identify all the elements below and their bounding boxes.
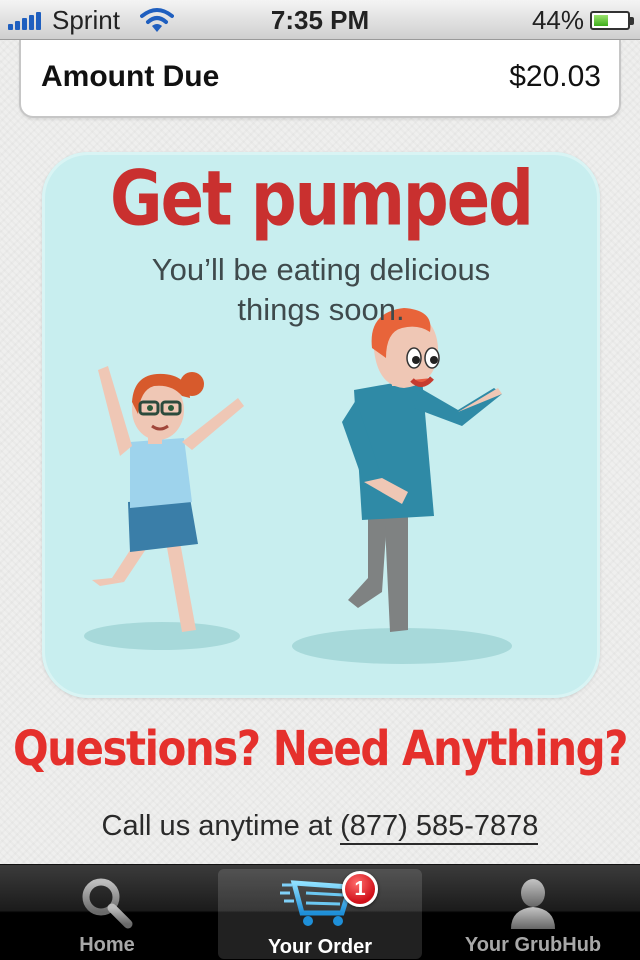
- status-bar: Sprint 7:35 PM 44%: [0, 0, 640, 40]
- search-icon: [82, 878, 133, 929]
- promo-title: Get pumped: [110, 156, 534, 244]
- person-icon: [511, 879, 555, 929]
- promo-subtitle-line2: things soon.: [237, 292, 405, 327]
- support-heading: Questions? Need Anything?: [12, 720, 629, 777]
- promo-subtitle-line1: You’ll be eating delicious: [151, 252, 491, 287]
- amount-due-card: Amount Due $20.03: [19, 40, 621, 118]
- amount-due-label: Amount Due: [41, 60, 220, 93]
- tab-your-grubhub-label: Your GrubHub: [464, 934, 602, 956]
- tab-your-order[interactable]: 1 Your Order: [218, 869, 422, 959]
- support-phone-link[interactable]: (877) 585-7878: [340, 810, 539, 845]
- support-call-text: Call us anytime at (877) 585-7878: [0, 810, 640, 845]
- battery-icon: [590, 11, 634, 30]
- tab-bar: Home 1 Your Order Your GrubHub: [0, 864, 640, 960]
- tab-your-grubhub[interactable]: Your GrubHub: [426, 865, 640, 960]
- order-count-badge: 1: [342, 871, 378, 907]
- tab-your-order-label: Your Order: [267, 936, 373, 958]
- tab-home[interactable]: Home: [0, 865, 214, 960]
- call-us-label: Call us anytime at: [101, 810, 333, 842]
- promo-subtitle: You’ll be eating delicious things soon.: [102, 250, 540, 330]
- tab-home-label: Home: [79, 934, 135, 956]
- amount-due-value: $20.03: [509, 60, 601, 93]
- confirmation-illustration: Get pumped You’ll be eating delicious th…: [42, 152, 600, 698]
- battery-percent: 44%: [531, 5, 584, 35]
